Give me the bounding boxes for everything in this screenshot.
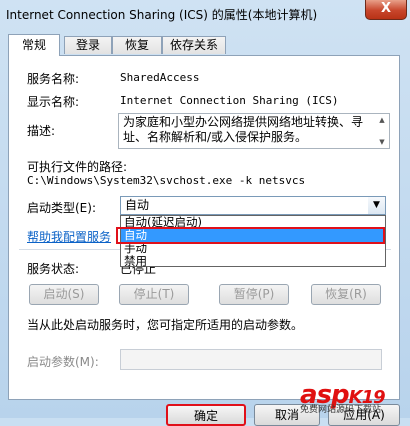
tab-general[interactable]: 常规 — [8, 34, 60, 56]
service-properties-window: Internet Connection Sharing (ICS) 的属性(本地… — [0, 0, 410, 426]
tab-recovery[interactable]: 恢复 — [112, 36, 162, 54]
startup-type-label: 启动类型(E): — [27, 201, 96, 215]
tab-logon[interactable]: 登录 — [64, 36, 112, 54]
tab-strip: 常规 登录 恢复 依存关系 — [8, 34, 398, 56]
exe-path-label: 可执行文件的路径: — [27, 160, 128, 174]
close-button[interactable]: X — [365, 0, 407, 20]
scroll-up-icon[interactable]: ▲ — [375, 114, 389, 126]
scroll-down-icon[interactable]: ▼ — [375, 136, 389, 148]
start-params-input[interactable] — [120, 349, 382, 370]
stop-button[interactable]: 停止(T) — [119, 284, 189, 305]
description-box[interactable]: 为家庭和小型办公网络提供网络地址转换、寻址、名称解析和/或入侵保护服务。 ▲ ▼ — [118, 113, 390, 149]
description-label: 描述: — [27, 124, 56, 138]
params-hint: 当从此处启动服务时，您可指定所适用的启动参数。 — [27, 318, 304, 332]
window-title: Internet Connection Sharing (ICS) 的属性(本地… — [6, 8, 318, 22]
watermark-subtitle: 免费网站源码下载站 — [300, 405, 382, 415]
chevron-down-icon[interactable]: ▼ — [368, 197, 385, 214]
start-params-label: 启动参数(M): — [27, 355, 99, 369]
service-name-value: SharedAccess — [120, 71, 200, 84]
resume-button[interactable]: 恢复(R) — [311, 284, 381, 305]
service-status-label: 服务状态: — [27, 262, 80, 276]
description-text: 为家庭和小型办公网络提供网络地址转换、寻址、名称解析和/或入侵保护服务。 — [123, 115, 364, 144]
title-bar[interactable]: Internet Connection Sharing (ICS) 的属性(本地… — [0, 0, 410, 28]
option-disabled[interactable]: 禁用 — [121, 255, 385, 268]
service-name-label: 服务名称: — [27, 72, 80, 86]
ok-button[interactable]: 确定 — [166, 404, 246, 426]
display-name-label: 显示名称: — [27, 95, 80, 109]
annotation-highlight-box — [116, 227, 385, 244]
display-name-value: Internet Connection Sharing (ICS) — [120, 94, 339, 107]
start-button[interactable]: 启动(S) — [29, 284, 99, 305]
exe-path-value: C:\Windows\System32\svchost.exe -k netsv… — [27, 174, 306, 187]
pause-button[interactable]: 暂停(P) — [219, 284, 289, 305]
startup-type-value: 自动 — [125, 198, 150, 212]
startup-type-select[interactable]: 自动 ▼ — [120, 196, 386, 215]
help-configure-link[interactable]: 帮助我配置服务 — [27, 228, 111, 245]
tab-dependencies[interactable]: 依存关系 — [162, 36, 226, 54]
